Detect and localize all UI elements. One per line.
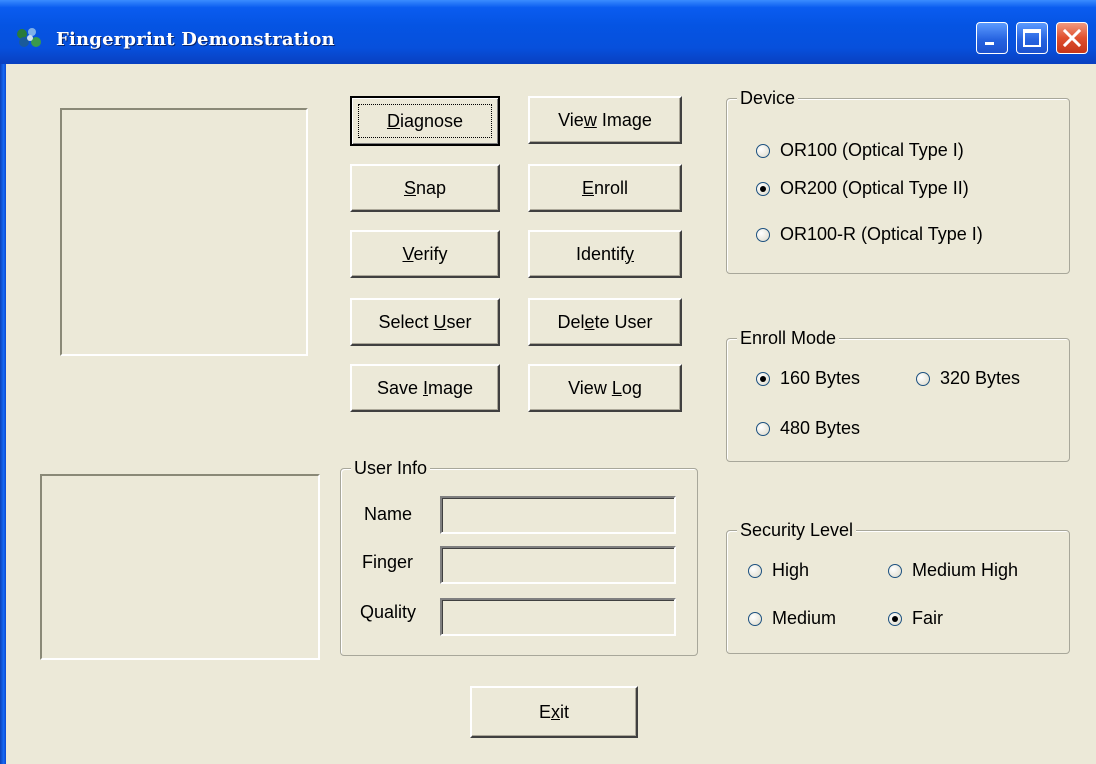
fingerprint-image-panel — [60, 108, 308, 356]
enroll-button[interactable]: Enroll — [528, 164, 682, 212]
security-option-medium-high[interactable]: Medium High — [888, 560, 1018, 581]
fingerprint-thumbnail-panel — [40, 474, 320, 660]
radio-button-icon[interactable] — [748, 563, 762, 578]
name-label: Name — [364, 504, 413, 524]
save-image-button[interactable]: Save Image — [350, 364, 500, 412]
fingerprint-app-icon — [17, 28, 41, 47]
device-option-or100[interactable]: OR100 (Optical Type I) — [756, 140, 964, 161]
close-icon — [1062, 28, 1082, 48]
radio-button-icon[interactable] — [748, 611, 762, 626]
quality-label: Quality — [360, 602, 417, 622]
quality-field[interactable] — [440, 598, 676, 636]
radio-button-checked-icon[interactable] — [888, 611, 902, 626]
enroll-mode-group: Enroll Mode — [726, 327, 1070, 462]
exit-button[interactable]: Exit — [470, 686, 638, 738]
maximize-icon — [1023, 29, 1041, 47]
close-button[interactable] — [1056, 22, 1088, 54]
view-log-button[interactable]: View Log — [528, 364, 682, 412]
enroll-mode-option-480[interactable]: 480 Bytes — [756, 418, 860, 439]
user-info-title: User Info — [351, 457, 431, 479]
device-title: Device — [737, 87, 799, 109]
enroll-mode-option-320[interactable]: 320 Bytes — [916, 368, 1020, 389]
device-option-or100-r[interactable]: OR100-R (Optical Type I) — [756, 224, 983, 245]
radio-button-checked-icon[interactable] — [756, 371, 770, 386]
security-option-fair[interactable]: Fair — [888, 608, 943, 629]
enroll-mode-option-160[interactable]: 160 Bytes — [756, 368, 860, 389]
radio-button-icon[interactable] — [756, 421, 770, 436]
delete-user-button[interactable]: Delete User — [528, 298, 682, 346]
radio-button-icon[interactable] — [756, 227, 770, 242]
security-level-title: Security Level — [737, 519, 857, 541]
radio-button-checked-icon[interactable] — [756, 181, 770, 196]
device-option-or200[interactable]: OR200 (Optical Type II) — [756, 178, 969, 199]
diagnose-button[interactable]: Diagnose — [350, 96, 500, 146]
maximize-button[interactable] — [1016, 22, 1048, 54]
verify-button[interactable]: Verify — [350, 230, 500, 278]
security-option-medium[interactable]: Medium — [748, 608, 836, 629]
finger-field[interactable] — [440, 546, 676, 584]
window-title: Fingerprint Demonstration — [56, 29, 335, 50]
app-window: Fingerprint Demonstration Diagnose Snap — [0, 0, 1096, 764]
title-bar[interactable]: Fingerprint Demonstration — [0, 0, 1096, 64]
window-frame-left — [0, 64, 6, 764]
radio-button-icon[interactable] — [916, 371, 930, 386]
security-option-high[interactable]: High — [748, 560, 809, 581]
snap-button[interactable]: Snap — [350, 164, 500, 212]
security-level-group: Security Level — [726, 519, 1070, 654]
finger-label: Finger — [362, 552, 414, 572]
select-user-button[interactable]: Select User — [350, 298, 500, 346]
identify-button[interactable]: Identify — [528, 230, 682, 278]
minimize-icon — [985, 42, 994, 45]
enroll-mode-title: Enroll Mode — [737, 327, 840, 349]
name-field[interactable] — [440, 496, 676, 534]
minimize-button[interactable] — [976, 22, 1008, 54]
radio-button-icon[interactable] — [756, 143, 770, 158]
view-image-button[interactable]: View Image — [528, 96, 682, 144]
radio-button-icon[interactable] — [888, 563, 902, 578]
